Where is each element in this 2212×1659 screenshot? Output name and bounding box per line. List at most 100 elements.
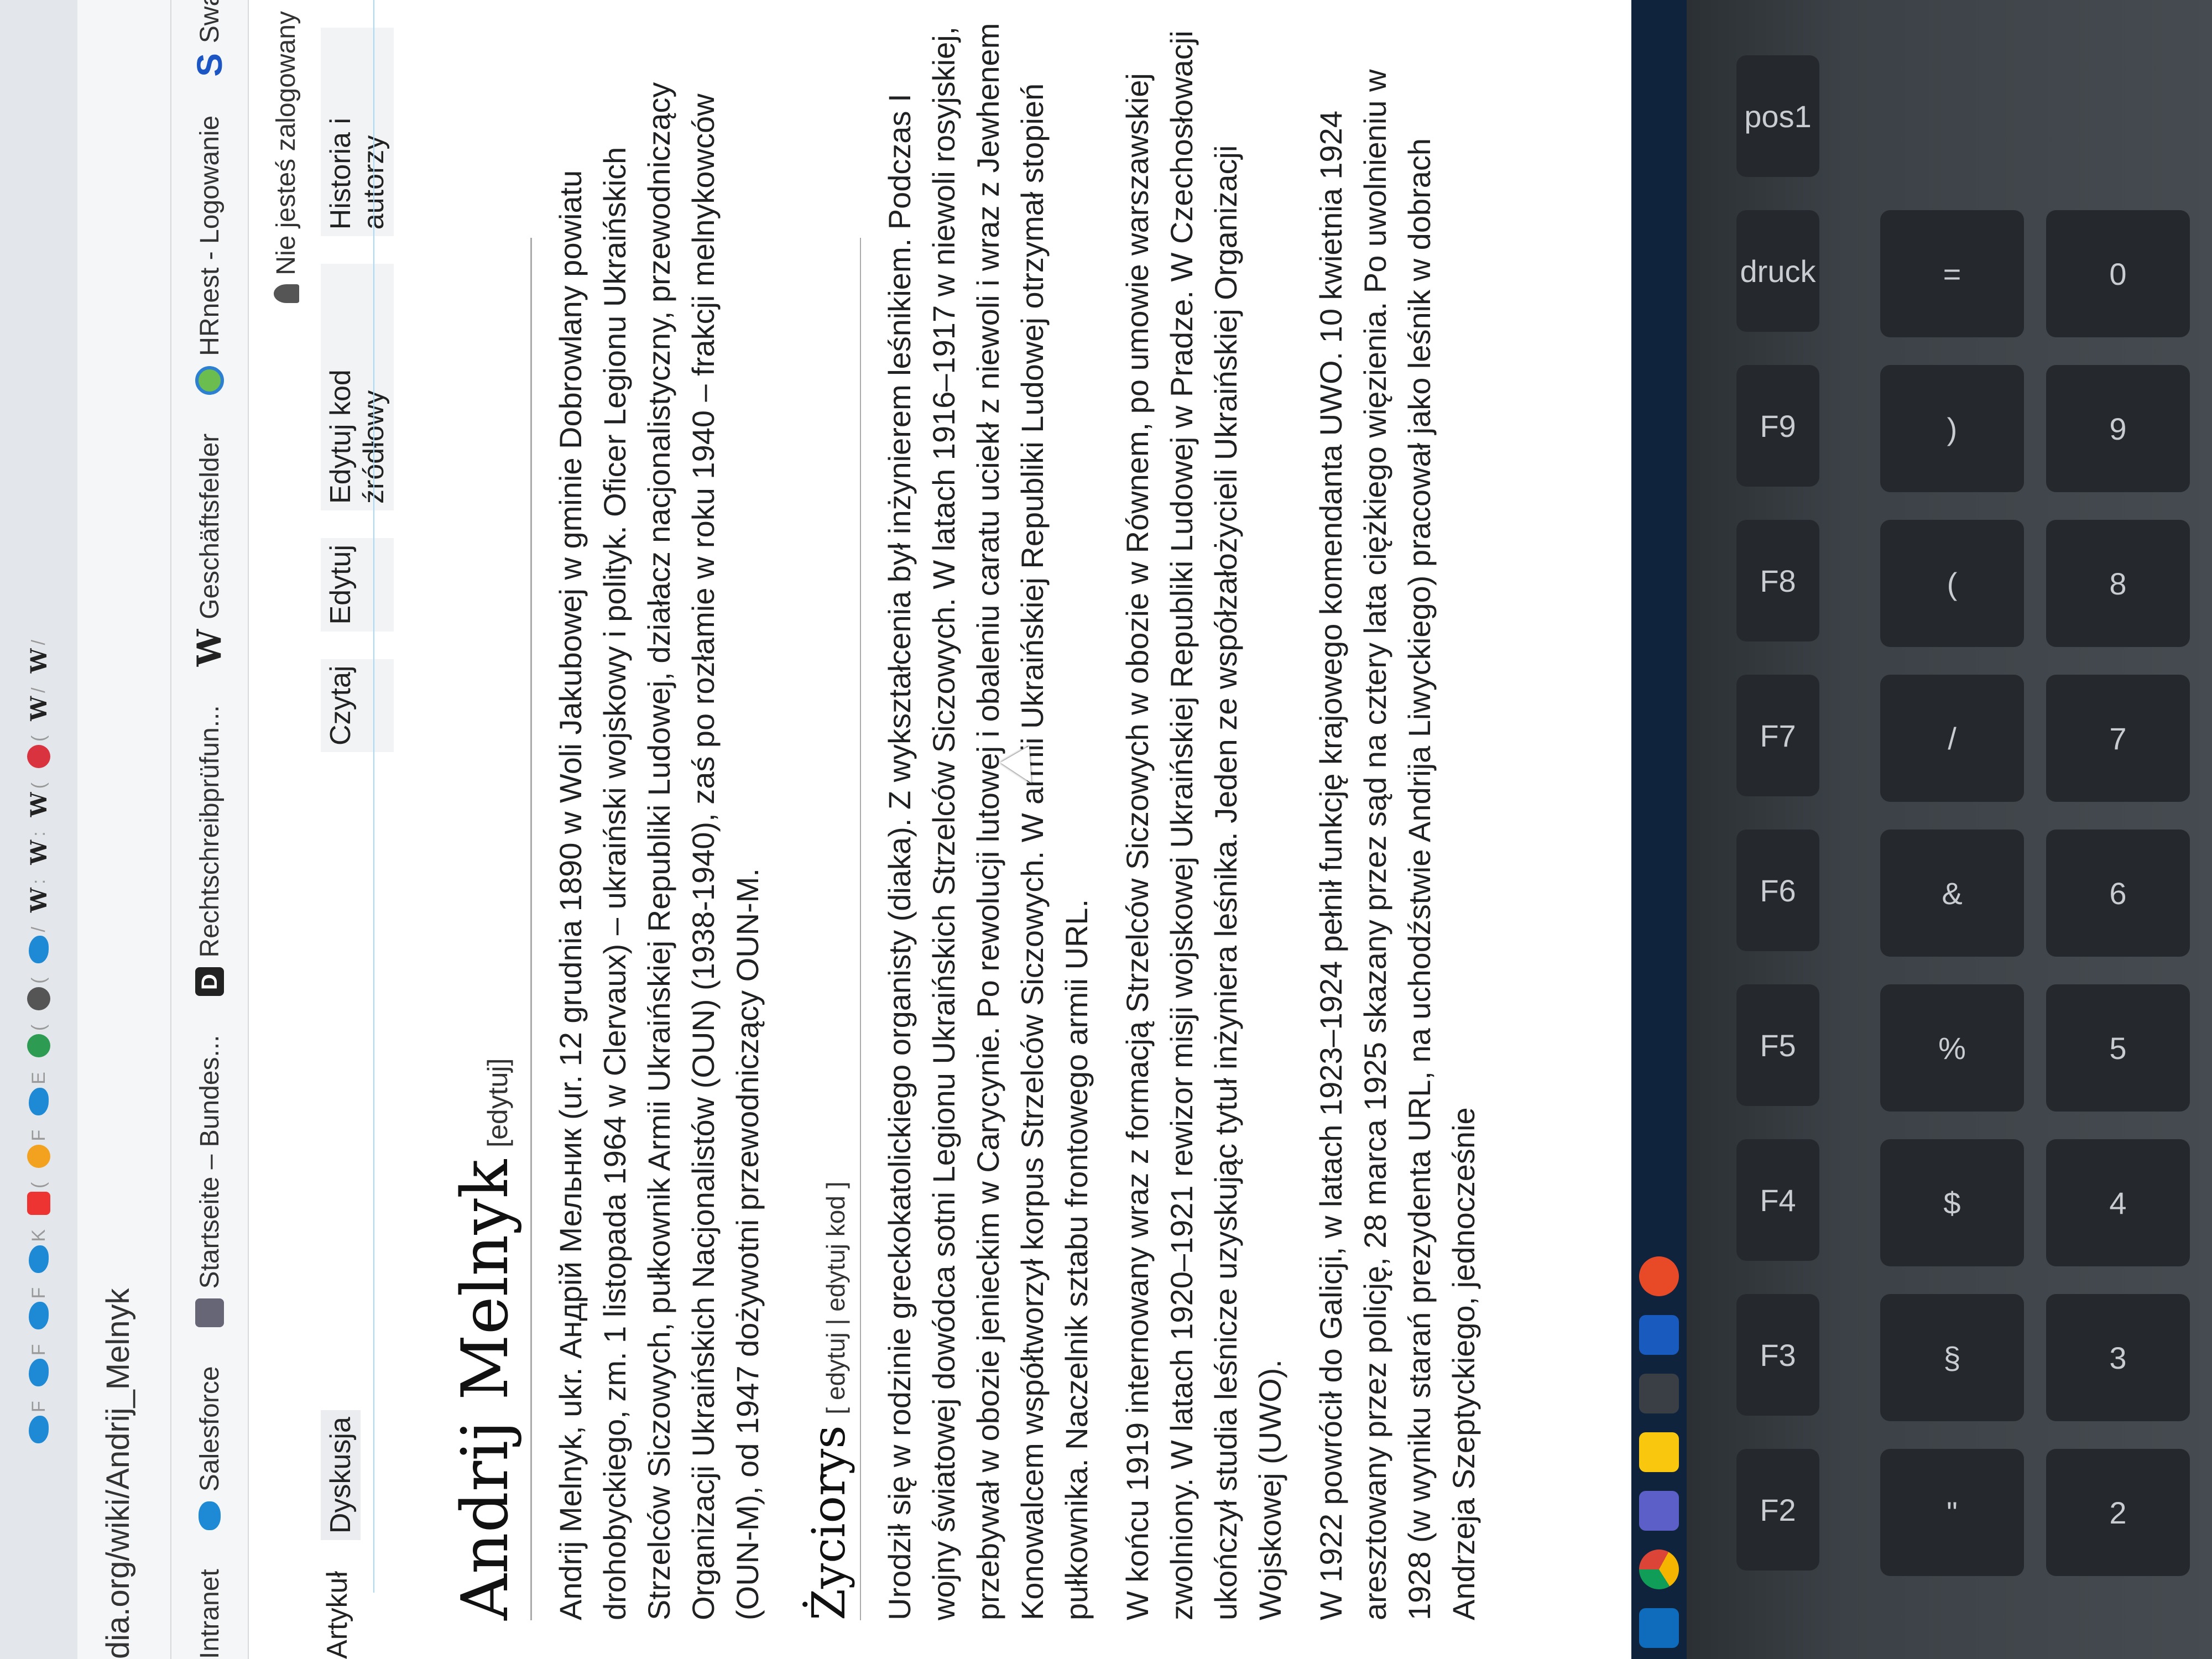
bookmark-startseite[interactable]: Startseite – Bundes... (195, 1035, 225, 1328)
biography-paragraph: Urodził się w rodzinie greckokatolickieg… (882, 23, 1094, 1620)
hrnest-icon (195, 366, 224, 395)
namespace-tabs: Artykuł Dyskusja (321, 1379, 361, 1659)
photo-scene: F F F K ( F E ( ( / W: W: W( ( W / W / dia… (0, 0, 2212, 1659)
key-ampersand[interactable]: & (1880, 830, 2024, 957)
wikipedia-icon: W (25, 839, 52, 865)
key-5[interactable]: 5 (2046, 984, 2190, 1112)
youtube-icon (27, 1191, 50, 1215)
c-icon (27, 987, 50, 1010)
user-status[interactable]: Nie jesteś zalogowany (271, 11, 301, 303)
key-f9[interactable]: F9 (1736, 365, 1819, 487)
user-icon (273, 284, 299, 303)
browser-tab[interactable]: K (14, 1224, 64, 1279)
send-icon[interactable] (1639, 1374, 1679, 1413)
browser-tab[interactable]: W: (14, 826, 64, 870)
bookmark-rechtschreibpruefung[interactable]: D Rechtschreibprüfun... (195, 705, 225, 997)
key-f8[interactable]: F8 (1736, 520, 1819, 641)
gear-icon (195, 1298, 224, 1328)
article-content: Andrij Melnyk[edytuj] Andrij Melnyk, ukr… (398, 17, 1486, 1620)
key-pos1[interactable]: pos1 (1736, 55, 1819, 177)
wiki-page: Nie jesteś zalogowany Artykuł Dyskusja C… (249, 0, 1687, 1659)
browser-tab[interactable]: F (14, 1282, 64, 1335)
wikipedia-icon: W (25, 648, 52, 674)
key-6[interactable]: 6 (2046, 830, 2190, 957)
salesforce-icon (29, 1416, 49, 1443)
salesforce-icon (29, 1245, 49, 1273)
browser-tab[interactable]: F (14, 1124, 64, 1173)
key-0[interactable]: 0 (2046, 210, 2190, 337)
d-icon: D (195, 967, 224, 997)
key-percent[interactable]: % (1880, 984, 2024, 1112)
keyboard: F2 F3 F4 F5 F6 F7 F8 F9 druck pos1 " § $… (1714, 0, 2212, 1659)
key-slash[interactable]: / (1880, 675, 2024, 802)
tab-edit[interactable]: Edytuj (321, 538, 394, 632)
salesforce-icon (29, 1087, 49, 1115)
view-tabs: Czytaj Edytuj Edytuj kod źródłowy Histor… (321, 0, 394, 752)
key-9[interactable]: 9 (2046, 365, 2190, 492)
key-druck[interactable]: druck (1736, 210, 1819, 332)
key-dollar[interactable]: $ (1880, 1139, 2024, 1266)
tab-history[interactable]: Historia i autorzy (321, 28, 394, 237)
key-quote[interactable]: " (1880, 1449, 2024, 1576)
browser-tab[interactable]: W / (14, 682, 64, 726)
title-edit-link[interactable]: [edytuj] (482, 1058, 513, 1147)
key-f5[interactable]: F5 (1736, 984, 1819, 1106)
key-f6[interactable]: F6 (1736, 830, 1819, 951)
key-paren-open[interactable]: ( (1880, 520, 2024, 647)
key-2[interactable]: 2 (2046, 1449, 2190, 1576)
browser-tab[interactable]: F (14, 1338, 64, 1392)
browser-tab[interactable]: ( (14, 972, 64, 1016)
outlook-icon[interactable] (1639, 1608, 1679, 1648)
salesforce-icon (29, 935, 49, 963)
tab-article[interactable]: Artykuł (321, 1571, 361, 1659)
salesforce-icon (29, 1359, 49, 1387)
key-f3[interactable]: F3 (1736, 1294, 1819, 1416)
key-section[interactable]: § (1880, 1294, 2024, 1421)
bookmark-intranet[interactable]: Intranet (195, 1569, 225, 1659)
browser-tab[interactable]: W / (14, 634, 64, 679)
browser-tab[interactable]: ( (14, 1177, 64, 1220)
biography-paragraph: W końcu 1919 internowany wraz z formacją… (1120, 30, 1287, 1620)
key-f7[interactable]: F7 (1736, 675, 1819, 796)
bookmark-geschaeftsfelder[interactable]: W Geschäftsfelder (190, 434, 229, 667)
sticky-notes-icon[interactable] (1639, 1432, 1679, 1472)
browser-tab[interactable]: W( (14, 777, 64, 822)
page-title: Andrij Melnyk[edytuj] (448, 238, 532, 1620)
wikipedia-icon: W (25, 888, 52, 913)
salesforce-icon (199, 1501, 221, 1531)
key-4[interactable]: 4 (2046, 1139, 2190, 1266)
nav-divider (373, 0, 374, 1593)
teams-icon[interactable] (1639, 1491, 1679, 1531)
chrome-icon[interactable] (1639, 1550, 1679, 1589)
wikipedia-icon: W (25, 792, 52, 817)
browser-tab[interactable]: F (14, 1395, 64, 1449)
key-7[interactable]: 7 (2046, 675, 2190, 802)
tab-edit-source[interactable]: Edytuj kod źródłowy (321, 264, 394, 510)
intro-paragraph: Andrij Melnyk, ukr. Андрій Мельник (ur. … (553, 82, 765, 1620)
key-3[interactable]: 3 (2046, 1294, 2190, 1421)
address-bar[interactable]: dia.org/wiki/Andrij_Melnyk (77, 0, 171, 1659)
key-paren-close[interactable]: ) (1880, 365, 2024, 492)
taskbar (1631, 0, 1687, 1659)
app-icon[interactable] (1639, 1256, 1679, 1296)
browser-tab[interactable]: W: (14, 874, 64, 918)
browser-tab[interactable]: ( (14, 730, 64, 774)
w-icon: W (190, 629, 229, 667)
key-f2[interactable]: F2 (1736, 1449, 1819, 1571)
tab-discussion[interactable]: Dyskusja (321, 1410, 361, 1541)
bookmark-swarm[interactable]: S Swarm (189, 0, 230, 77)
key-equals[interactable]: = (1880, 210, 2024, 337)
word-icon[interactable] (1639, 1315, 1679, 1355)
bookmark-salesforce[interactable]: Salesforce (195, 1366, 225, 1531)
tab-read[interactable]: Czytaj (321, 659, 394, 752)
browser-tab[interactable]: / (14, 921, 64, 968)
bookmark-hrnest[interactable]: HRnest - Logowanie (195, 116, 225, 395)
key-8[interactable]: 8 (2046, 520, 2190, 647)
browser-tab[interactable]: E (14, 1066, 64, 1121)
plus-circle-icon (27, 1034, 50, 1058)
url-text[interactable]: dia.org/wiki/Andrij_Melnyk (100, 1288, 137, 1659)
browser-tab[interactable]: ( (14, 1019, 64, 1063)
key-f4[interactable]: F4 (1736, 1139, 1819, 1261)
tab-strip: F F F K ( F E ( ( / W: W: W( ( W / W / (0, 0, 77, 1659)
section-edit-links[interactable]: [ edytuj | edytuj kod ] (821, 1181, 850, 1414)
